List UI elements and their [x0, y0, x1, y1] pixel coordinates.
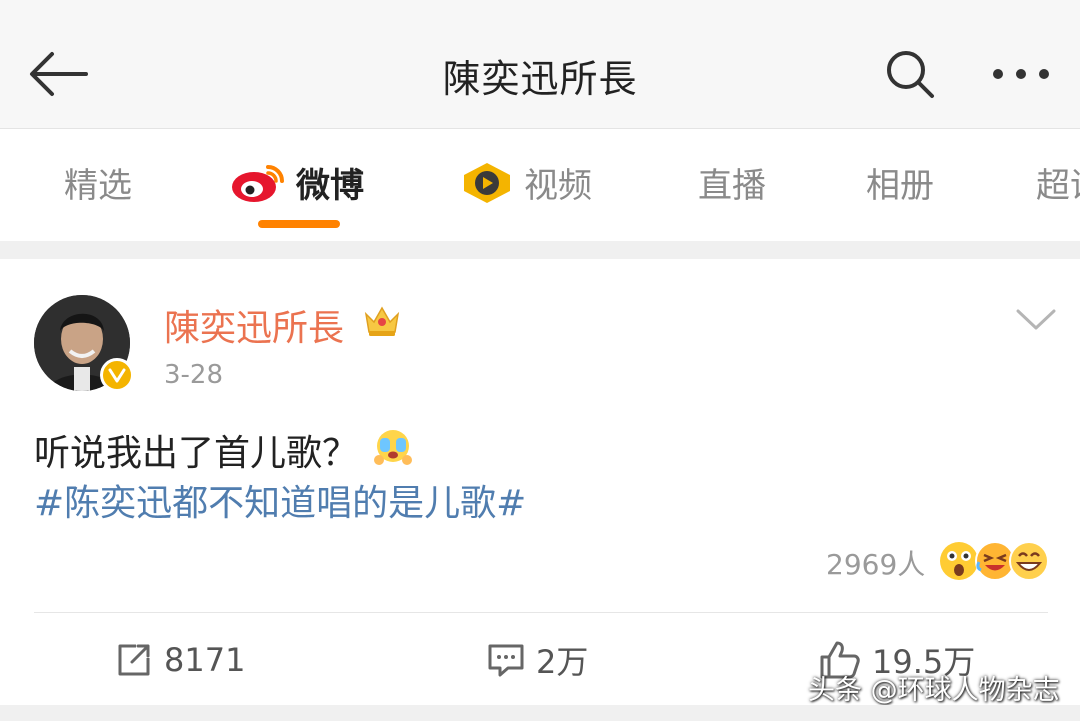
tab-super-topic[interactable]: 超话: [1036, 158, 1080, 207]
tab-weibo[interactable]: 微博: [230, 158, 364, 207]
weibo-logo-icon: [232, 164, 284, 202]
grinning-emoji-icon: [1009, 541, 1049, 581]
section-gap-bottom: [0, 705, 1080, 721]
tab-label: 视频: [524, 166, 592, 206]
search-icon[interactable]: [882, 48, 938, 100]
tab-label: 精选: [64, 166, 132, 206]
tab-label: 超话: [1036, 166, 1080, 206]
comment-count: 2万: [536, 643, 589, 681]
tab-featured[interactable]: 精选: [64, 158, 132, 207]
tab-label: 微博: [296, 166, 364, 206]
video-play-icon: [464, 162, 510, 203]
top-bar: 陳奕迅所長: [0, 0, 1080, 129]
repost-count: 8171: [164, 641, 246, 679]
verified-badge-icon: [100, 358, 134, 392]
watermark: 头条 @环球人物杂志: [808, 675, 1060, 706]
hashtag-link[interactable]: #陈奕迅都不知道唱的是儿歌#: [34, 474, 526, 526]
comment-button[interactable]: 2万: [486, 638, 588, 682]
crown-icon: [364, 306, 400, 336]
more-dots-icon[interactable]: [990, 62, 1052, 86]
comment-icon: [488, 644, 524, 677]
reactions-count[interactable]: 2969人: [826, 543, 925, 583]
chevron-down-icon[interactable]: [1014, 306, 1058, 334]
tab-video[interactable]: 视频: [460, 158, 592, 207]
tab-album[interactable]: 相册: [866, 158, 934, 207]
post-text: 听说我出了首儿歌？: [34, 433, 359, 474]
tab-label: 直播: [698, 166, 766, 206]
post-divider: [34, 612, 1048, 613]
username[interactable]: 陳奕迅所長: [164, 299, 344, 351]
section-gap: [0, 241, 1080, 259]
share-icon: [118, 644, 150, 676]
post-timestamp: 3-28: [164, 360, 224, 390]
repost-button[interactable]: 8171: [114, 638, 245, 682]
tab-live[interactable]: 直播: [698, 158, 766, 207]
crying-emoji-icon: [374, 430, 412, 465]
active-tab-indicator: [258, 220, 340, 228]
tab-label: 相册: [866, 166, 934, 206]
